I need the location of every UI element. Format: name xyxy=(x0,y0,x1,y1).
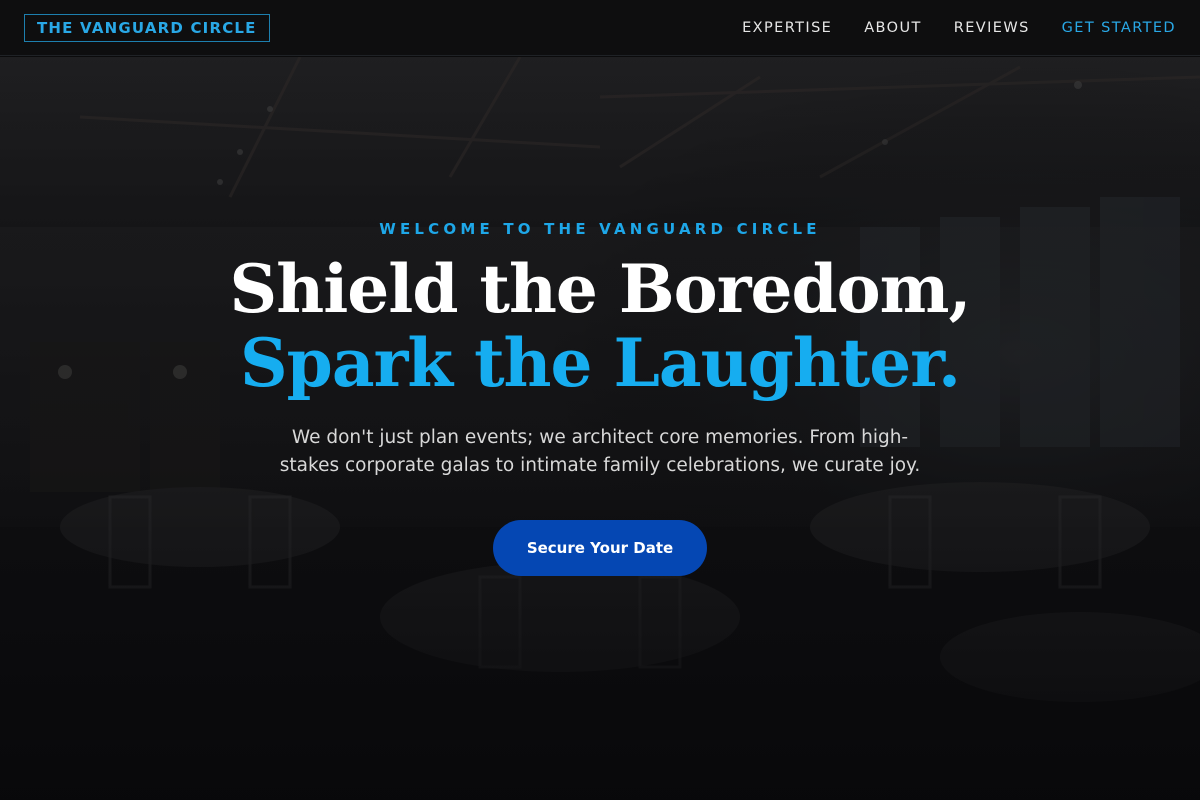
logo[interactable]: THE VANGUARD CIRCLE xyxy=(24,13,270,42)
hero-subtext: We don't just plan events; we architect … xyxy=(279,427,921,476)
nav-link-about[interactable]: ABOUT xyxy=(864,20,922,36)
headline-line-2: Spark the Laughter. xyxy=(240,324,961,402)
hero-section: WELCOME TO THE VANGUARD CIRCLE Shield th… xyxy=(0,57,1200,800)
hero-eyebrow: WELCOME TO THE VANGUARD CIRCLE xyxy=(379,220,821,238)
top-navbar: THE VANGUARD CIRCLE EXPERTISE ABOUT REVI… xyxy=(0,0,1200,56)
nav-links: EXPERTISE ABOUT REVIEWS GET STARTED xyxy=(742,20,1176,36)
nav-link-expertise[interactable]: EXPERTISE xyxy=(742,20,832,36)
nav-link-reviews[interactable]: REVIEWS xyxy=(954,20,1030,36)
hero-content: WELCOME TO THE VANGUARD CIRCLE Shield th… xyxy=(0,220,1200,576)
headline-line-1: Shield the Boredom, xyxy=(229,250,972,328)
hero-headline: Shield the Boredom, Spark the Laughter. xyxy=(229,250,972,402)
secure-date-button[interactable]: Secure Your Date xyxy=(493,520,707,576)
nav-link-get-started[interactable]: GET STARTED xyxy=(1062,20,1176,36)
